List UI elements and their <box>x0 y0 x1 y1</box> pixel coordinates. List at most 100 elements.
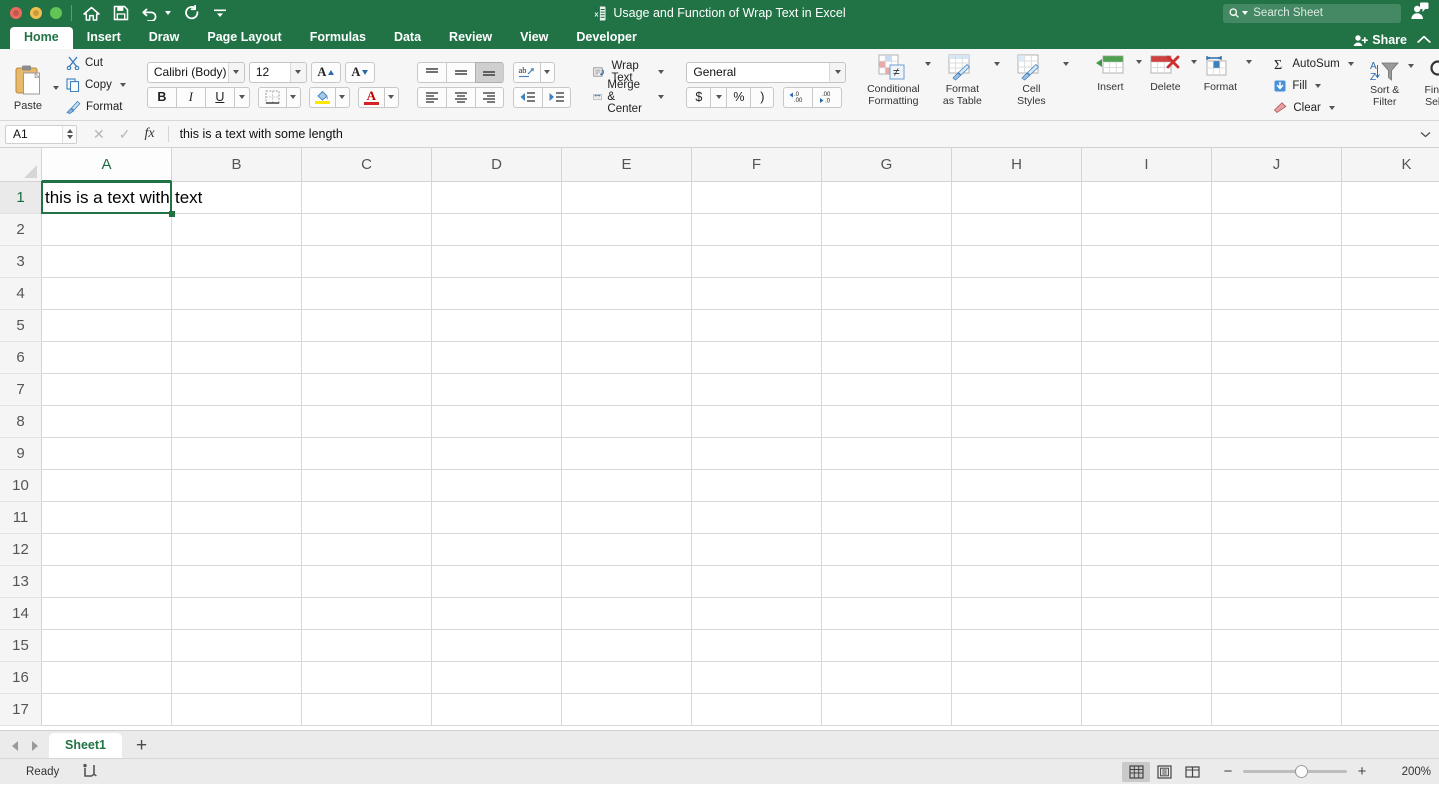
cell-A12[interactable] <box>42 534 172 566</box>
zoom-control[interactable]: − + 200% <box>1222 762 1431 782</box>
cell-A7[interactable] <box>42 374 172 406</box>
cell-J1[interactable] <box>1212 182 1342 214</box>
cell-K10[interactable] <box>1342 470 1439 502</box>
cell-G14[interactable] <box>822 598 952 630</box>
cell-C14[interactable] <box>302 598 432 630</box>
undo-dropdown-arrow-icon[interactable] <box>165 11 171 15</box>
conditional-formatting-dropdown-arrow-icon[interactable] <box>925 62 932 66</box>
zoom-level-label[interactable]: 200% <box>1385 766 1431 778</box>
cell-C9[interactable] <box>302 438 432 470</box>
window-controls[interactable] <box>0 7 62 19</box>
cell-A16[interactable] <box>42 662 172 694</box>
cell-G13[interactable] <box>822 566 952 598</box>
cell-I16[interactable] <box>1082 662 1212 694</box>
accessibility-checker-icon[interactable] <box>81 763 98 781</box>
cell-D13[interactable] <box>432 566 562 598</box>
cell-F15[interactable] <box>692 630 822 662</box>
cell-I2[interactable] <box>1082 214 1212 246</box>
column-header-K[interactable]: K <box>1342 148 1439 182</box>
cell-B10[interactable] <box>172 470 302 502</box>
cell-H2[interactable] <box>952 214 1082 246</box>
column-header-I[interactable]: I <box>1082 148 1212 182</box>
cell-D17[interactable] <box>432 694 562 726</box>
cell-A10[interactable] <box>42 470 172 502</box>
cell-D4[interactable] <box>432 278 562 310</box>
redo-icon[interactable] <box>184 5 200 21</box>
cell-A11[interactable] <box>42 502 172 534</box>
cell-I7[interactable] <box>1082 374 1212 406</box>
cut-button[interactable]: Cut <box>63 53 129 72</box>
cell-K6[interactable] <box>1342 342 1439 374</box>
row-header-4[interactable]: 4 <box>0 278 42 310</box>
cell-B17[interactable] <box>172 694 302 726</box>
undo-icon[interactable] <box>142 6 171 21</box>
cell-B11[interactable] <box>172 502 302 534</box>
cell-K2[interactable] <box>1342 214 1439 246</box>
cell-E10[interactable] <box>562 470 692 502</box>
increase-font-size-button[interactable]: A <box>310 61 341 83</box>
orientation-button[interactable]: ab <box>512 61 540 83</box>
cell-E15[interactable] <box>562 630 692 662</box>
increase-indent-button[interactable] <box>541 86 571 108</box>
paste-button[interactable]: Paste <box>6 58 50 112</box>
cell-F12[interactable] <box>692 534 822 566</box>
cell-A6[interactable] <box>42 342 172 374</box>
cell-C12[interactable] <box>302 534 432 566</box>
cell-J11[interactable] <box>1212 502 1342 534</box>
align-left-button[interactable] <box>416 86 446 108</box>
cell-I10[interactable] <box>1082 470 1212 502</box>
font-size-combo[interactable]: 12 <box>248 61 307 83</box>
decrease-indent-button[interactable] <box>512 86 542 108</box>
expand-formula-bar-icon[interactable] <box>1420 127 1431 141</box>
borders-button[interactable] <box>257 86 286 108</box>
cell-A9[interactable] <box>42 438 172 470</box>
cell-F10[interactable] <box>692 470 822 502</box>
align-top-button[interactable] <box>416 61 446 83</box>
cell-C5[interactable] <box>302 310 432 342</box>
cell-B7[interactable] <box>172 374 302 406</box>
cell-E17[interactable] <box>562 694 692 726</box>
cell-B12[interactable] <box>172 534 302 566</box>
cell-F17[interactable] <box>692 694 822 726</box>
cell-F6[interactable] <box>692 342 822 374</box>
cell-C1[interactable] <box>302 182 432 214</box>
column-header-E[interactable]: E <box>562 148 692 182</box>
cell-A5[interactable] <box>42 310 172 342</box>
cell-I13[interactable] <box>1082 566 1212 598</box>
cell-C6[interactable] <box>302 342 432 374</box>
cell-I15[interactable] <box>1082 630 1212 662</box>
delete-cells-button[interactable]: Delete <box>1142 49 1188 94</box>
cell-I9[interactable] <box>1082 438 1212 470</box>
cell-K9[interactable] <box>1342 438 1439 470</box>
format-cells-dropdown-arrow-icon[interactable] <box>1246 60 1253 64</box>
cell-K7[interactable] <box>1342 374 1439 406</box>
tab-review[interactable]: Review <box>435 27 506 49</box>
cell-E13[interactable] <box>562 566 692 598</box>
cell-area[interactable]: this is a text with some lengthtext <box>42 182 1439 726</box>
cell-G7[interactable] <box>822 374 952 406</box>
cell-K15[interactable] <box>1342 630 1439 662</box>
cell-B13[interactable] <box>172 566 302 598</box>
cell-K16[interactable] <box>1342 662 1439 694</box>
fill-color-dropdown-arrow-icon[interactable] <box>334 86 350 108</box>
cell-J15[interactable] <box>1212 630 1342 662</box>
collapse-ribbon-icon[interactable] <box>1417 33 1431 47</box>
zoom-slider[interactable] <box>1243 762 1347 782</box>
cell-G10[interactable] <box>822 470 952 502</box>
cell-D1[interactable] <box>432 182 562 214</box>
cell-E8[interactable] <box>562 406 692 438</box>
sort-filter-button[interactable]: A Z Sort & Filter <box>1365 54 1405 108</box>
font-color-button[interactable]: A <box>357 86 384 108</box>
cell-D16[interactable] <box>432 662 562 694</box>
cell-H12[interactable] <box>952 534 1082 566</box>
cell-D9[interactable] <box>432 438 562 470</box>
cell-F13[interactable] <box>692 566 822 598</box>
tab-insert[interactable]: Insert <box>73 27 135 49</box>
cell-E1[interactable] <box>562 182 692 214</box>
column-header-H[interactable]: H <box>952 148 1082 182</box>
cell-J3[interactable] <box>1212 246 1342 278</box>
search-scope-arrow-icon[interactable] <box>1242 11 1249 15</box>
align-center-button[interactable] <box>445 86 475 108</box>
cell-J16[interactable] <box>1212 662 1342 694</box>
copy-dropdown-arrow-icon[interactable] <box>119 82 126 87</box>
